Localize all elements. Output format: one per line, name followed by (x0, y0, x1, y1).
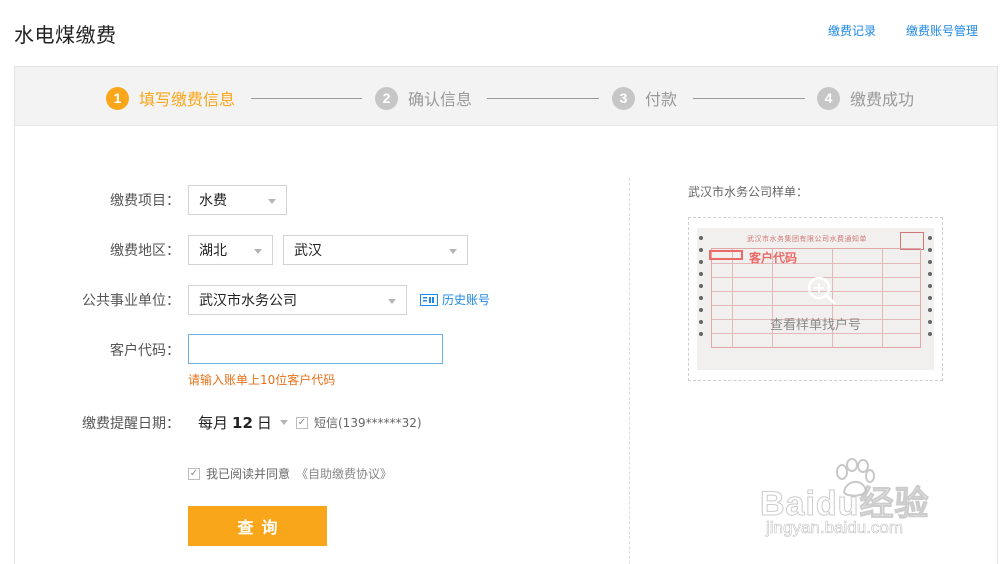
agreement-link[interactable]: 《自助缴费协议》 (296, 465, 392, 482)
item-label: 缴费项目： (110, 193, 180, 209)
sample-receipt-image[interactable]: 武汉市水务集团有限公司水费通知单 客户代码 查看样单找户号 (697, 228, 934, 370)
page-title: 水电煤缴费 (14, 23, 117, 47)
item-select[interactable]: 水费 (188, 185, 287, 215)
agreement-option[interactable]: ✓ 我已阅读并同意 《自助缴费协议》 (188, 465, 392, 482)
city-select[interactable]: 武汉 (283, 235, 468, 265)
chevron-down-icon (449, 249, 457, 254)
province-select[interactable]: 湖北 (188, 235, 273, 265)
step-4-label: 缴费成功 (850, 90, 915, 109)
column-divider (629, 178, 630, 564)
view-sample-text: 查看样单找户号 (769, 318, 861, 333)
chevron-down-icon (279, 420, 288, 425)
reminder-day-select[interactable]: 每月 12 日 (198, 412, 288, 433)
sample-title: 武汉市水务公司样单： (688, 185, 809, 199)
account-management-link[interactable]: 缴费账号管理 (906, 22, 978, 39)
step-2-label: 确认信息 (408, 90, 473, 109)
step-2-number: 2 (375, 86, 398, 110)
city-select-value: 武汉 (294, 243, 322, 259)
step-2: 2 确认信息 (375, 86, 472, 110)
step-bar: 1 填写缴费信息 2 确认信息 3 付款 4 缴费成功 (15, 67, 997, 126)
step-connector (693, 98, 805, 99)
customer-code-hint: 请输入账单上10位客户代码 (188, 373, 336, 387)
step-3: 3 付款 (612, 86, 677, 110)
agreement-text: 我已阅读并同意 (206, 467, 291, 481)
step-4: 4 缴费成功 (817, 86, 914, 110)
step-connector (487, 98, 599, 99)
page: 水电煤缴费 缴费记录 缴费账号管理 1 填写缴费信息 2 确认信息 3 付款 4… (0, 0, 1000, 564)
item-select-value: 水费 (199, 193, 227, 209)
step-1-number: 1 (106, 86, 129, 110)
chevron-down-icon (268, 199, 276, 204)
history-account-link[interactable]: 历史账号 (420, 291, 490, 308)
sms-option[interactable]: ✓ 短信(139******32) (296, 414, 422, 431)
watermark-url: jingyan.baidu.com (766, 518, 904, 538)
step-4-number: 4 (817, 86, 840, 110)
agreement-checkbox[interactable]: ✓ (188, 467, 200, 480)
customer-code-input[interactable] (188, 334, 443, 364)
step-1-label: 填写缴费信息 (139, 90, 236, 109)
reminder-label: 缴费提醒日期： (82, 416, 180, 432)
sample-receipt-box[interactable]: 武汉市水务集团有限公司水费通知单 客户代码 查看样单找户号 (688, 217, 943, 381)
chevron-down-icon (388, 299, 396, 304)
zoom-search-icon (807, 276, 836, 305)
region-label: 缴费地区： (110, 243, 180, 259)
step-3-label: 付款 (645, 90, 678, 109)
reminder-day: 12 (232, 413, 253, 432)
reminder-suffix: 日 (256, 414, 272, 432)
sms-label: 短信(139******32) (314, 416, 422, 430)
customer-code-label: 客户代码： (110, 343, 180, 359)
company-label: 公共事业单位： (82, 293, 180, 309)
history-account-label: 历史账号 (442, 293, 491, 307)
chevron-down-icon (254, 249, 262, 254)
step-3-number: 3 (612, 86, 635, 110)
reminder-prefix: 每月 (198, 414, 229, 432)
step-1: 1 填写缴费信息 (106, 86, 235, 110)
payment-records-link[interactable]: 缴费记录 (828, 22, 876, 39)
sms-checkbox[interactable]: ✓ (296, 416, 308, 429)
step-connector (251, 98, 362, 99)
top-links: 缴费记录 缴费账号管理 (828, 22, 978, 39)
province-select-value: 湖北 (199, 243, 227, 259)
company-select[interactable]: 武汉市水务公司 (188, 285, 407, 315)
account-list-icon (420, 293, 438, 306)
query-button[interactable]: 查询 (188, 506, 327, 546)
company-select-value: 武汉市水务公司 (199, 293, 297, 309)
